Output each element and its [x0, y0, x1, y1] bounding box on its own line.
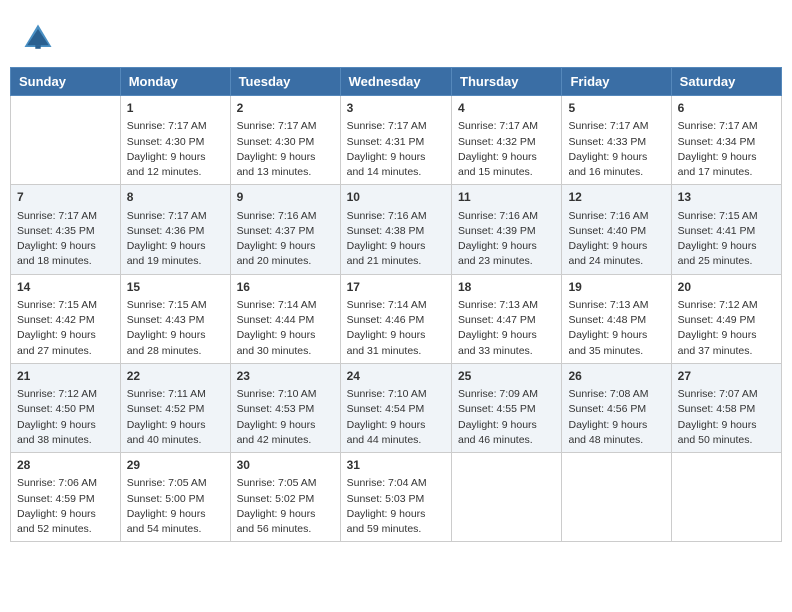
- calendar-cell: [11, 96, 121, 185]
- day-number: 13: [678, 189, 775, 206]
- calendar-cell: 7Sunrise: 7:17 AMSunset: 4:35 PMDaylight…: [11, 185, 121, 274]
- calendar-cell: 10Sunrise: 7:16 AMSunset: 4:38 PMDayligh…: [340, 185, 451, 274]
- day-number: 28: [17, 457, 114, 474]
- day-number: 8: [127, 189, 224, 206]
- day-number: 25: [458, 368, 555, 385]
- page-header: [10, 10, 782, 61]
- calendar-cell: 30Sunrise: 7:05 AMSunset: 5:02 PMDayligh…: [230, 453, 340, 542]
- calendar-cell: 21Sunrise: 7:12 AMSunset: 4:50 PMDayligh…: [11, 363, 121, 452]
- day-number: 14: [17, 279, 114, 296]
- calendar-cell: 28Sunrise: 7:06 AMSunset: 4:59 PMDayligh…: [11, 453, 121, 542]
- calendar-cell: 29Sunrise: 7:05 AMSunset: 5:00 PMDayligh…: [120, 453, 230, 542]
- day-number: 17: [347, 279, 445, 296]
- calendar-cell: 27Sunrise: 7:07 AMSunset: 4:58 PMDayligh…: [671, 363, 781, 452]
- calendar-cell: 9Sunrise: 7:16 AMSunset: 4:37 PMDaylight…: [230, 185, 340, 274]
- calendar-cell: 2Sunrise: 7:17 AMSunset: 4:30 PMDaylight…: [230, 96, 340, 185]
- day-number: 6: [678, 100, 775, 117]
- day-number: 21: [17, 368, 114, 385]
- day-number: 22: [127, 368, 224, 385]
- calendar-table: SundayMondayTuesdayWednesdayThursdayFrid…: [10, 67, 782, 542]
- calendar-week-row: 7Sunrise: 7:17 AMSunset: 4:35 PMDaylight…: [11, 185, 782, 274]
- calendar-week-row: 28Sunrise: 7:06 AMSunset: 4:59 PMDayligh…: [11, 453, 782, 542]
- calendar-cell: [452, 453, 562, 542]
- calendar-cell: 8Sunrise: 7:17 AMSunset: 4:36 PMDaylight…: [120, 185, 230, 274]
- day-number: 20: [678, 279, 775, 296]
- weekday-header-saturday: Saturday: [671, 68, 781, 96]
- calendar-cell: 20Sunrise: 7:12 AMSunset: 4:49 PMDayligh…: [671, 274, 781, 363]
- day-number: 27: [678, 368, 775, 385]
- day-number: 5: [568, 100, 664, 117]
- calendar-cell: [562, 453, 671, 542]
- calendar-cell: 19Sunrise: 7:13 AMSunset: 4:48 PMDayligh…: [562, 274, 671, 363]
- day-number: 15: [127, 279, 224, 296]
- day-number: 19: [568, 279, 664, 296]
- calendar-cell: 4Sunrise: 7:17 AMSunset: 4:32 PMDaylight…: [452, 96, 562, 185]
- calendar-cell: 16Sunrise: 7:14 AMSunset: 4:44 PMDayligh…: [230, 274, 340, 363]
- logo-icon: [20, 20, 56, 56]
- day-number: 31: [347, 457, 445, 474]
- calendar-week-row: 14Sunrise: 7:15 AMSunset: 4:42 PMDayligh…: [11, 274, 782, 363]
- day-number: 10: [347, 189, 445, 206]
- day-number: 24: [347, 368, 445, 385]
- day-number: 18: [458, 279, 555, 296]
- weekday-header-tuesday: Tuesday: [230, 68, 340, 96]
- weekday-header-friday: Friday: [562, 68, 671, 96]
- calendar-cell: 23Sunrise: 7:10 AMSunset: 4:53 PMDayligh…: [230, 363, 340, 452]
- calendar-cell: 18Sunrise: 7:13 AMSunset: 4:47 PMDayligh…: [452, 274, 562, 363]
- day-number: 23: [237, 368, 334, 385]
- calendar-cell: 31Sunrise: 7:04 AMSunset: 5:03 PMDayligh…: [340, 453, 451, 542]
- calendar-cell: 26Sunrise: 7:08 AMSunset: 4:56 PMDayligh…: [562, 363, 671, 452]
- day-number: 30: [237, 457, 334, 474]
- calendar-week-row: 21Sunrise: 7:12 AMSunset: 4:50 PMDayligh…: [11, 363, 782, 452]
- day-number: 9: [237, 189, 334, 206]
- calendar-cell: 24Sunrise: 7:10 AMSunset: 4:54 PMDayligh…: [340, 363, 451, 452]
- calendar-cell: 3Sunrise: 7:17 AMSunset: 4:31 PMDaylight…: [340, 96, 451, 185]
- calendar-cell: 17Sunrise: 7:14 AMSunset: 4:46 PMDayligh…: [340, 274, 451, 363]
- logo: [20, 20, 60, 56]
- day-number: 2: [237, 100, 334, 117]
- calendar-cell: [671, 453, 781, 542]
- day-number: 1: [127, 100, 224, 117]
- calendar-cell: 15Sunrise: 7:15 AMSunset: 4:43 PMDayligh…: [120, 274, 230, 363]
- calendar-cell: 25Sunrise: 7:09 AMSunset: 4:55 PMDayligh…: [452, 363, 562, 452]
- calendar-cell: 6Sunrise: 7:17 AMSunset: 4:34 PMDaylight…: [671, 96, 781, 185]
- weekday-header-sunday: Sunday: [11, 68, 121, 96]
- calendar-cell: 13Sunrise: 7:15 AMSunset: 4:41 PMDayligh…: [671, 185, 781, 274]
- calendar-cell: 1Sunrise: 7:17 AMSunset: 4:30 PMDaylight…: [120, 96, 230, 185]
- day-number: 11: [458, 189, 555, 206]
- day-number: 26: [568, 368, 664, 385]
- calendar-cell: 22Sunrise: 7:11 AMSunset: 4:52 PMDayligh…: [120, 363, 230, 452]
- day-number: 29: [127, 457, 224, 474]
- weekday-header-thursday: Thursday: [452, 68, 562, 96]
- weekday-header-wednesday: Wednesday: [340, 68, 451, 96]
- day-number: 12: [568, 189, 664, 206]
- day-number: 3: [347, 100, 445, 117]
- day-number: 4: [458, 100, 555, 117]
- day-number: 7: [17, 189, 114, 206]
- weekday-header-monday: Monday: [120, 68, 230, 96]
- day-number: 16: [237, 279, 334, 296]
- calendar-cell: 12Sunrise: 7:16 AMSunset: 4:40 PMDayligh…: [562, 185, 671, 274]
- calendar-cell: 11Sunrise: 7:16 AMSunset: 4:39 PMDayligh…: [452, 185, 562, 274]
- calendar-header-row: SundayMondayTuesdayWednesdayThursdayFrid…: [11, 68, 782, 96]
- calendar-week-row: 1Sunrise: 7:17 AMSunset: 4:30 PMDaylight…: [11, 96, 782, 185]
- calendar-cell: 14Sunrise: 7:15 AMSunset: 4:42 PMDayligh…: [11, 274, 121, 363]
- calendar-cell: 5Sunrise: 7:17 AMSunset: 4:33 PMDaylight…: [562, 96, 671, 185]
